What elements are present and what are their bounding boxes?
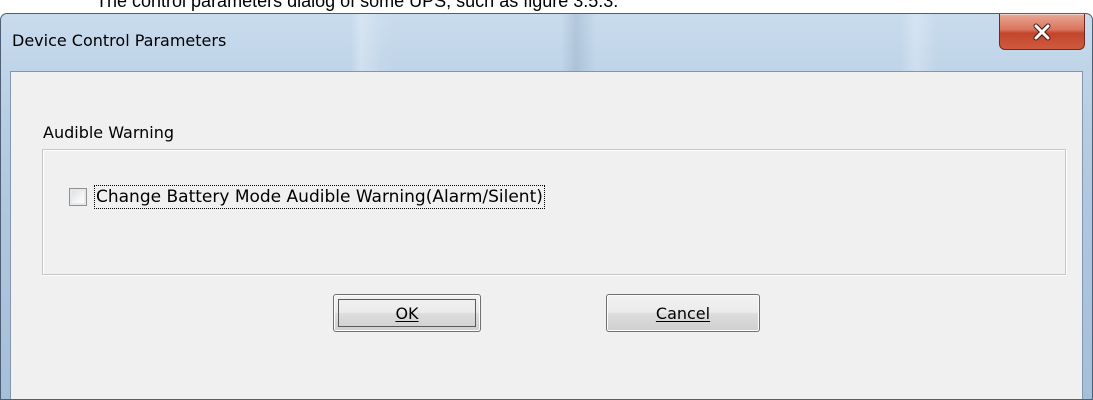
title-bar[interactable]: Device Control Parameters	[1, 14, 1092, 72]
ok-button[interactable]: OK	[333, 294, 481, 332]
groupbox-label: Audible Warning	[43, 123, 174, 142]
audible-warning-option[interactable]: Change Battery Mode Audible Warning(Alar…	[69, 185, 545, 209]
dialog-window: Device Control Parameters Audible Warnin…	[0, 13, 1093, 400]
dialog-client-area: Audible Warning Change Battery Mode Audi…	[10, 71, 1083, 399]
close-icon	[1033, 23, 1051, 40]
checkbox-label[interactable]: Change Battery Mode Audible Warning(Alar…	[94, 185, 545, 209]
close-button[interactable]	[999, 14, 1085, 50]
cancel-button-label: Cancel	[655, 303, 711, 323]
cancel-button[interactable]: Cancel	[606, 294, 760, 332]
window-title: Device Control Parameters	[12, 31, 227, 50]
audible-warning-groupbox	[42, 149, 1066, 275]
audible-warning-checkbox[interactable]	[69, 188, 87, 206]
ok-button-focus-rect	[338, 299, 476, 327]
document-caption: The control parameters dialog of some UP…	[96, 0, 619, 11]
